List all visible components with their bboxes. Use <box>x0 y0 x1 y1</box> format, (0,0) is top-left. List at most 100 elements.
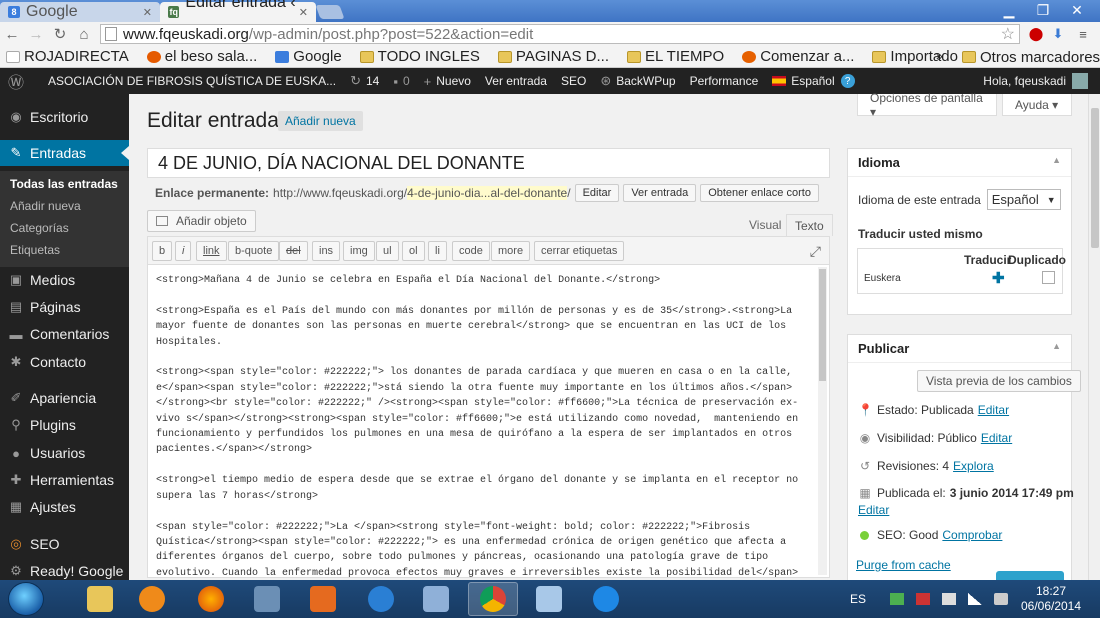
bookmark-rojadirecta[interactable]: ROJADIRECTA <box>0 48 129 65</box>
close-window-icon[interactable]: ✕ <box>1060 0 1094 20</box>
other-bookmarks[interactable]: Otros marcadores <box>956 46 1100 68</box>
taskbar-media-player[interactable] <box>127 582 177 616</box>
qt-close-tags-button[interactable]: cerrar etiquetas <box>534 241 625 261</box>
tray-app-icon[interactable] <box>890 593 905 605</box>
collapse-icon[interactable]: ▲ <box>1052 155 1061 170</box>
publish-header[interactable]: Publicar ▲ <box>848 335 1071 363</box>
submenu-etiquetas[interactable]: Etiquetas <box>10 243 60 257</box>
start-button[interactable] <box>8 582 44 616</box>
address-bar[interactable]: www.fqeuskadi.org /wp-admin/post.php?pos… <box>100 24 1020 44</box>
tab-visual[interactable]: Visual <box>741 214 789 236</box>
language-indicator[interactable]: ES <box>850 592 866 606</box>
add-translation-icon[interactable]: ✚ <box>992 269 1005 287</box>
view-post-button[interactable]: Ver entrada <box>623 184 697 202</box>
taskbar-firefox[interactable] <box>186 582 236 616</box>
language-switcher[interactable]: Español? <box>772 74 855 88</box>
reload-icon[interactable]: ↻ <box>48 25 72 43</box>
purge-cache-link[interactable]: Purge from cache <box>856 558 951 572</box>
tray-security-icon[interactable] <box>916 593 931 605</box>
new-tab-button[interactable] <box>315 5 345 19</box>
browser-tab-google[interactable]: 8 Google ✕ <box>0 2 160 22</box>
menu-paginas[interactable]: ▤ Páginas <box>0 294 129 320</box>
submenu-todas[interactable]: Todas las entradas <box>10 177 118 191</box>
help-button[interactable]: Ayuda ▾ <box>1002 94 1072 116</box>
fullscreen-icon[interactable]: ⤢ <box>810 243 821 260</box>
browser-tab-editar-entrada[interactable]: fq Editar entrada ‹ . ✕ <box>160 0 316 29</box>
add-media-button[interactable]: Añadir objeto <box>147 210 256 232</box>
taskbar-messenger[interactable] <box>356 582 406 616</box>
submenu-anadir[interactable]: Añadir nueva <box>10 199 81 213</box>
qt-li-button[interactable]: li <box>428 241 447 261</box>
menu-comentarios[interactable]: ▬ Comentarios <box>0 321 129 347</box>
qt-italic-button[interactable]: i <box>175 241 192 261</box>
collapse-icon[interactable]: ▲ <box>1052 341 1061 356</box>
view-post-link[interactable]: Ver entrada <box>485 74 547 88</box>
menu-entradas[interactable]: ✎ Entradas <box>0 140 129 166</box>
seo-check-link[interactable]: Comprobar <box>942 528 1002 542</box>
updates-link[interactable]: ↻ 14 <box>350 73 379 89</box>
menu-medios[interactable]: ▣ Medios <box>0 267 129 293</box>
edit-permalink-button[interactable]: Editar <box>574 184 620 202</box>
back-icon[interactable]: ← <box>0 26 24 43</box>
maximize-icon[interactable]: ❐ <box>1026 0 1060 20</box>
performance-link[interactable]: Performance <box>690 74 759 88</box>
new-content-link[interactable]: + Nuevo <box>424 74 471 89</box>
edit-status-link[interactable]: Editar <box>978 403 1009 417</box>
scroll-thumb[interactable] <box>819 269 826 381</box>
menu-herramientas[interactable]: ✚ Herramientas <box>0 467 129 493</box>
taskbar-clock[interactable]: 18:27 06/06/2014 <box>1016 584 1086 614</box>
content-textarea[interactable]: <strong>Mañana 4 de Junio se celebra en … <box>156 273 808 612</box>
site-name-link[interactable]: ASOCIACIÓN DE FIBROSIS QUÍSTICA DE EUSKA… <box>48 74 336 88</box>
add-new-button[interactable]: Añadir nueva <box>278 111 363 131</box>
bookmark-todo-ingles[interactable]: TODO INGLES <box>354 48 480 65</box>
bookmark-el-beso[interactable]: el beso sala... <box>141 48 257 65</box>
taskbar-explorer[interactable] <box>75 582 125 616</box>
taskbar-notepad[interactable] <box>524 582 574 616</box>
qt-del-button[interactable]: del <box>279 241 308 261</box>
bookmark-paginas[interactable]: PAGINAS D... <box>492 48 609 65</box>
qt-link-button[interactable]: link <box>196 241 227 261</box>
qt-ol-button[interactable]: ol <box>402 241 425 261</box>
menu-escritorio[interactable]: ◉ Escritorio <box>0 104 129 130</box>
comments-link[interactable]: ▪ 0 <box>393 74 409 89</box>
qt-img-button[interactable]: img <box>343 241 375 261</box>
get-shortlink-button[interactable]: Obtener enlace corto <box>700 184 819 202</box>
menu-seo[interactable]: ◎ SEO <box>0 531 129 557</box>
taskbar-chrome[interactable] <box>468 582 518 616</box>
volume-icon[interactable] <box>994 593 1009 605</box>
home-icon[interactable]: ⌂ <box>72 26 96 43</box>
taskbar-office[interactable] <box>298 582 348 616</box>
bookmark-comenzar[interactable]: Comenzar a... <box>736 48 854 65</box>
menu-icon[interactable]: ≡ <box>1074 25 1092 43</box>
preview-changes-button[interactable]: Vista previa de los cambios <box>917 370 1081 392</box>
tab-text[interactable]: Texto <box>786 214 833 236</box>
taskbar-ie[interactable] <box>581 582 631 616</box>
explore-revisions-link[interactable]: Explora <box>953 459 994 473</box>
network-signal-icon[interactable] <box>968 593 983 605</box>
tray-flag-icon[interactable] <box>942 593 957 605</box>
qt-more-button[interactable]: more <box>491 241 531 261</box>
bookmark-google[interactable]: Google <box>269 48 342 65</box>
editor-scrollbar[interactable] <box>818 267 827 575</box>
edit-date-link[interactable]: Editar <box>858 503 889 517</box>
screen-options-button[interactable]: Opciones de pantalla ▾ <box>857 91 997 119</box>
post-title-input[interactable]: 4 DE JUNIO, DÍA NACIONAL DEL DONANTE <box>147 148 830 178</box>
close-tab-icon[interactable]: ✕ <box>299 6 308 19</box>
menu-ajustes[interactable]: ▦ Ajustes <box>0 494 129 520</box>
qt-code-button[interactable]: code <box>452 241 490 261</box>
qt-bold-button[interactable]: b <box>152 241 173 261</box>
bookmark-el-tiempo[interactable]: EL TIEMPO <box>621 48 724 65</box>
duplicate-checkbox[interactable] <box>1042 271 1055 284</box>
page-scroll-thumb[interactable] <box>1091 108 1099 248</box>
forward-icon[interactable]: → <box>24 26 48 43</box>
page-scrollbar[interactable] <box>1088 94 1100 580</box>
seo-link[interactable]: SEO <box>561 74 586 88</box>
taskbar-explorer-2[interactable] <box>411 582 461 616</box>
menu-contacto[interactable]: ✱ Contacto <box>0 349 129 375</box>
language-select[interactable]: Español ▼ <box>986 189 1061 210</box>
qt-ul-button[interactable]: ul <box>376 241 399 261</box>
close-tab-icon[interactable]: ✕ <box>143 6 152 19</box>
edit-visibility-link[interactable]: Editar <box>981 431 1012 445</box>
qt-bquote-button[interactable]: b-quote <box>228 241 280 261</box>
qt-ins-button[interactable]: ins <box>312 241 341 261</box>
